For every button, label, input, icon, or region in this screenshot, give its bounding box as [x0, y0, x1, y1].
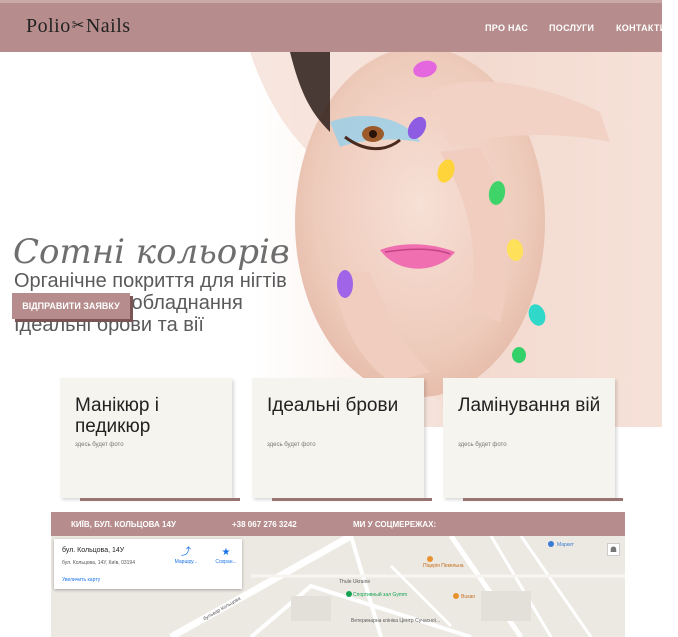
map-label: Thule Ukraine [339, 579, 371, 585]
map-label: Ветеринарна клініка Центр Сучасної... [351, 618, 441, 624]
contact-bar: КИЇВ, БУЛ. КОЛЬЦОВА 14У +38 067 276 3242… [51, 512, 625, 536]
card-underline [272, 498, 432, 501]
card-photo-placeholder: здесь будет фото [75, 442, 124, 448]
service-card-lashes[interactable]: Ламінування вій здесь будет фото [443, 378, 623, 501]
logo-text-right: Nails [85, 15, 131, 37]
map-label: Спортивный зал Gymm [353, 592, 408, 598]
hero-line-1: Органічне покриття для нігтів [14, 270, 287, 292]
card-title: Ламінування вій [458, 395, 601, 416]
card-underline [463, 498, 623, 501]
save-label: Сохран... [215, 559, 237, 565]
social-heading: МИ У СОЦМЕРЕЖАХ: [353, 520, 437, 529]
route-button[interactable]: ⤴ Маршру... [171, 547, 201, 565]
place-title: бул. Кольцова, 14У [62, 547, 125, 554]
service-card-manicure[interactable]: Манікюр і педикюр здесь будет фото [60, 378, 240, 501]
map-label: Busan [461, 594, 476, 600]
card-photo-placeholder: здесь будет фото [267, 442, 316, 448]
street-view-icon[interactable]: ☗ [607, 543, 620, 556]
hero-title: Сотні кольорів [13, 232, 290, 272]
scissors-icon: ✂ [71, 18, 85, 34]
hero-banner: Сотні кольорів Органічне покриття для ні… [0, 52, 662, 427]
place-info-card: бул. Кольцова, 14У бул. Кольцова, 14У, К… [54, 539, 242, 589]
route-label: Маршру... [174, 559, 198, 565]
address-text: КИЇВ, БУЛ. КОЛЬЦОВА 14У [71, 520, 176, 529]
card-title: Ідеальні брови [267, 395, 399, 416]
phone-link[interactable]: +38 067 276 3242 [232, 520, 297, 529]
nav-services[interactable]: ПОСЛУГИ [549, 23, 594, 33]
enlarge-map-link[interactable]: Увеличить карту [62, 577, 100, 583]
nav-contacts[interactable]: КОНТАКТИ [616, 23, 667, 33]
star-icon: ★ [221, 547, 231, 558]
send-request-button[interactable]: ВІДПРАВИТИ ЗАЯВКУ [12, 293, 130, 319]
logo-text-left: Polio [26, 15, 71, 37]
logo[interactable]: Polio✂Nails [26, 15, 131, 38]
map-label: Піцерія Пекельна [423, 563, 464, 569]
map-label: Маркет [557, 542, 574, 548]
card-underline [80, 498, 240, 501]
nav-about[interactable]: ПРО НАС [485, 23, 528, 33]
card-photo-placeholder: здесь будет фото [458, 442, 507, 448]
directions-icon: ⤴ [181, 547, 191, 558]
service-card-brows[interactable]: Ідеальні брови здесь будет фото [252, 378, 432, 501]
card-title: Манікюр і педикюр [75, 395, 159, 437]
site-header: Polio✂Nails ПРО НАС ПОСЛУГИ КОНТАКТИ [0, 0, 666, 52]
save-button[interactable]: ★ Сохран... [211, 547, 241, 565]
place-address: бул. Кольцова, 14У, Київ, 03194 [62, 560, 135, 566]
google-map[interactable]: бул. Кольцова, 14У бул. Кольцова, 14У, К… [51, 536, 625, 637]
